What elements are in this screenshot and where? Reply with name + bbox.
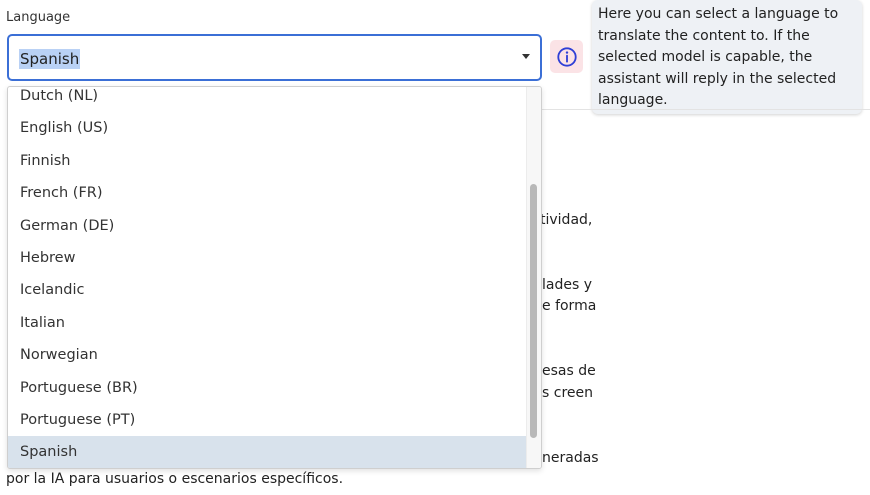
background-text-fragment: e forma (542, 298, 597, 314)
language-option[interactable]: Italian (8, 307, 527, 339)
language-option[interactable]: French (FR) (8, 177, 527, 209)
info-icon (556, 46, 577, 67)
background-text-line: por la IA para usuarios o escenarios esp… (6, 471, 344, 487)
language-label: Language (6, 10, 71, 25)
language-select-value: Spanish (19, 49, 81, 69)
caret-down-icon (522, 54, 530, 59)
info-button[interactable] (550, 40, 583, 73)
background-text-fragment: s creen (542, 385, 593, 401)
language-option[interactable]: Hebrew (8, 242, 527, 274)
info-tooltip: Here you can select a language to transl… (592, 0, 862, 114)
language-dropdown[interactable]: Dutch (NL) English (US) Finnish French (… (7, 86, 542, 469)
background-text-fragment: tividad, (540, 212, 593, 228)
language-option[interactable]: Icelandic (8, 274, 527, 306)
language-option[interactable]: Norwegian (8, 339, 527, 371)
language-option[interactable]: English (US) (8, 112, 527, 144)
language-option[interactable]: German (DE) (8, 210, 527, 242)
scrollbar-thumb[interactable] (530, 184, 537, 438)
background-text-fragment: esas de (542, 363, 596, 379)
language-option[interactable]: Portuguese (BR) (8, 372, 527, 404)
divider (540, 109, 870, 110)
language-option[interactable]: Portuguese (PT) (8, 404, 527, 436)
language-option[interactable]: Dutch (NL) (8, 87, 527, 112)
language-option[interactable]: Finnish (8, 145, 527, 177)
dropdown-scrollbar[interactable] (526, 87, 541, 468)
language-select[interactable]: Spanish (7, 34, 542, 81)
language-option-selected[interactable]: Spanish (8, 436, 527, 468)
background-text-fragment: lades y (542, 277, 592, 293)
background-text-fragment: neradas (542, 450, 599, 466)
